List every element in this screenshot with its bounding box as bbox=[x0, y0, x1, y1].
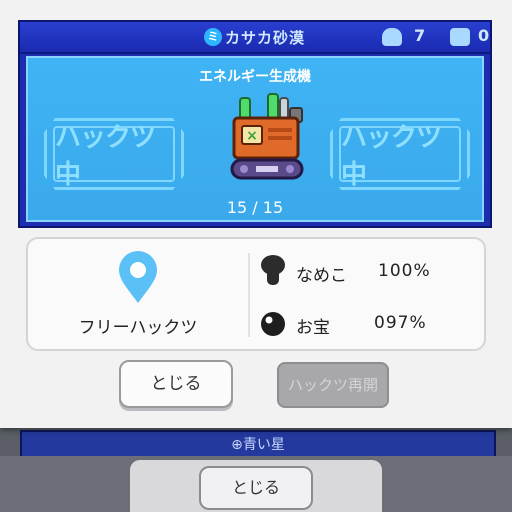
machine-name: エネルギー生成機 bbox=[199, 69, 311, 85]
planet-label: 青い星 bbox=[242, 437, 285, 453]
treasure-count: 0 bbox=[478, 26, 490, 45]
machine-panel: ミ カサカ砂漠 7 0 エネルギー生成機 ハックツ中 ハックツ中 × 15 / … bbox=[18, 20, 492, 228]
nameko-count: 7 bbox=[414, 26, 426, 45]
digging-status-right: ハックツ中 bbox=[330, 118, 470, 190]
digging-status-left: ハックツ中 bbox=[44, 118, 184, 190]
resume-dig-button[interactable]: ハックツ再開 bbox=[277, 362, 389, 408]
machine-screen: エネルギー生成機 ハックツ中 ハックツ中 × 15 / 15 bbox=[26, 56, 484, 222]
area-icon: ミ bbox=[204, 28, 222, 46]
info-divider bbox=[248, 253, 250, 337]
title-bar: ミ カサカ砂漠 7 0 bbox=[20, 22, 490, 54]
machine-progress: 15 / 15 bbox=[226, 198, 284, 217]
nameko-label: なめこ bbox=[296, 266, 347, 286]
nameko-icon bbox=[261, 255, 285, 285]
location-pin-icon bbox=[119, 251, 157, 303]
energy-generator-icon: × bbox=[230, 93, 304, 180]
planet-label-bar: ⊕青い星 bbox=[22, 432, 494, 458]
namekoid-icon bbox=[382, 28, 402, 46]
treasure-orb-icon bbox=[261, 312, 285, 336]
digging-status-left-label: ハックツ中 bbox=[53, 123, 175, 190]
background-close-button[interactable]: とじる bbox=[199, 466, 313, 510]
dig-status-dialog: ミ カサカ砂漠 7 0 エネルギー生成機 ハックツ中 ハックツ中 × 15 / … bbox=[0, 0, 512, 428]
treasure-rate: 097% bbox=[374, 313, 427, 333]
globe-icon: ⊕ bbox=[231, 437, 243, 453]
svg-text:×: × bbox=[246, 128, 258, 144]
digging-status-right-label: ハックツ中 bbox=[339, 123, 461, 190]
dig-info-card: フリーハックツ なめこ 100% お宝 097% bbox=[26, 237, 486, 351]
route-label: フリーハックツ bbox=[78, 318, 198, 338]
area-name: カサカ砂漠 bbox=[225, 29, 306, 47]
close-button[interactable]: とじる bbox=[119, 360, 233, 408]
nameko-rate: 100% bbox=[378, 261, 431, 281]
treasure-pot-icon bbox=[450, 28, 470, 46]
treasure-label: お宝 bbox=[296, 318, 330, 338]
